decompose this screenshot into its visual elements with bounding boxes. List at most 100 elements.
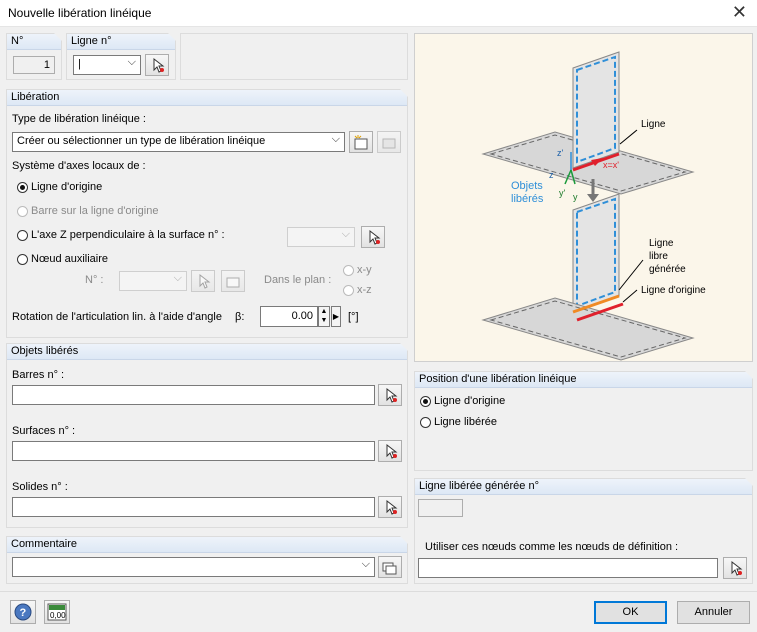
beta-spinner[interactable]: ▲ ▼ [318, 306, 330, 327]
pick-node-button[interactable] [191, 270, 215, 292]
label-libre-2: libre [649, 251, 668, 262]
edit-icon [382, 138, 396, 149]
spin-up-icon[interactable]: ▲ [319, 307, 329, 316]
surface-select[interactable] [287, 227, 355, 247]
comment-title: Commentaire [11, 538, 78, 550]
radio-axes-zaxis[interactable] [17, 230, 28, 241]
radio-axes-node[interactable] [17, 254, 28, 265]
pick-solids-button[interactable] [378, 496, 402, 518]
calculator-icon: 0,00 [47, 603, 67, 621]
calculator-button[interactable]: 0,00 [44, 600, 70, 624]
beta-input[interactable]: 0.00 [260, 306, 318, 327]
generated-title: Ligne libérée générée n° [419, 480, 539, 492]
svg-text:?: ? [20, 607, 27, 619]
cursor-pick-icon [199, 273, 211, 289]
objects-title: Objets libérés [11, 345, 79, 357]
label-xx: x=x' [603, 160, 619, 170]
position-title: Position d'une libération linéique [419, 373, 577, 385]
plane-label: Dans le plan : [264, 274, 332, 286]
help-button[interactable]: ? [10, 600, 36, 624]
pick-surfaces-button[interactable] [378, 440, 402, 462]
label-z: z [549, 170, 554, 180]
type-select[interactable]: Créer ou sélectionner un type de libérat… [12, 132, 345, 152]
radio-plane-xy[interactable] [343, 265, 354, 276]
line-label: Ligne n° [71, 35, 112, 47]
label-objets: Objets [511, 180, 543, 192]
cursor-pick-icon [153, 57, 165, 73]
cancel-button[interactable]: Annuler [677, 601, 750, 624]
label-libre-1: Ligne [649, 238, 674, 249]
line-release-diagram: x=x' Ligne z' z y' y Objets libérés Lign… [481, 51, 706, 361]
radio-plane-xz[interactable] [343, 285, 354, 296]
radio-position-origin-label: Ligne d'origine [434, 395, 506, 407]
radio-position-origin[interactable] [420, 396, 431, 407]
beta-label: β: [235, 311, 245, 323]
pick-surface-button[interactable] [361, 226, 385, 248]
label-ligne: Ligne [641, 119, 666, 130]
number-field: 1 [13, 56, 55, 74]
surfaces-input[interactable] [12, 441, 375, 461]
line-group: Ligne n° | [66, 33, 176, 80]
pick-bars-button[interactable] [378, 384, 402, 406]
radio-axes-bar[interactable] [17, 206, 28, 217]
comment-input[interactable] [12, 557, 375, 577]
cursor-pick-icon [386, 443, 398, 459]
pick-line-button[interactable] [145, 54, 169, 76]
footer-divider [0, 591, 757, 592]
node-select[interactable] [119, 271, 187, 291]
use-nodes-label: Utiliser ces nœuds comme les nœuds de dé… [425, 541, 679, 553]
new-item-icon [226, 277, 240, 288]
objects-group: Objets libérés Barres n° : Surfaces n° :… [6, 343, 408, 528]
comment-group: Commentaire [6, 536, 408, 584]
cursor-pick-icon [386, 499, 398, 515]
rotation-label: Rotation de l'articulation lin. à l'aide… [12, 311, 222, 323]
radio-axes-zaxis-label: L'axe Z perpendiculaire à la surface n° … [31, 229, 225, 241]
new-type-button[interactable] [349, 131, 373, 153]
radio-axes-origin[interactable] [17, 182, 28, 193]
radio-position-freed[interactable] [420, 417, 431, 428]
generated-no-field [418, 499, 463, 517]
solids-input[interactable] [12, 497, 375, 517]
help-icon: ? [14, 603, 32, 621]
radio-axes-node-label: Nœud auxiliaire [31, 253, 109, 265]
down-arrow-icon [587, 194, 599, 202]
radio-position-freed-label: Ligne libérée [434, 416, 497, 428]
nodes-input[interactable] [418, 558, 718, 578]
radio-axes-origin-label: Ligne d'origine [31, 181, 103, 193]
window-title: Nouvelle libération linéique [8, 6, 152, 20]
position-group: Position d'une libération linéique Ligne… [414, 371, 753, 471]
label-origine: Ligne d'origine [641, 285, 706, 296]
calculator-icon-text: 0,00 [50, 611, 66, 620]
blank-panel [180, 33, 408, 80]
cursor-pick-icon [369, 229, 381, 245]
solids-label: Solides n° : [12, 481, 68, 493]
close-icon[interactable]: ✕ [732, 2, 747, 23]
title-bar: Nouvelle libération linéique ✕ [0, 0, 757, 27]
beta-menu-arrow-icon[interactable]: ▶ [331, 306, 341, 327]
radio-axes-bar-label: Barre sur la ligne d'origine [31, 205, 159, 217]
label-yp: y' [559, 188, 566, 198]
new-item-icon [354, 135, 368, 150]
diagram-panel: x=x' Ligne z' z y' y Objets libérés Lign… [414, 33, 753, 362]
node-no-label: N° : [85, 274, 104, 286]
comment-library-button[interactable] [378, 556, 402, 578]
spin-down-icon[interactable]: ▼ [319, 316, 329, 325]
surfaces-label: Surfaces n° : [12, 425, 76, 437]
line-select[interactable]: | [73, 55, 141, 75]
generated-group: Ligne libérée générée n° Utiliser ces nœ… [414, 478, 753, 584]
radio-plane-xz-label: x-z [357, 284, 372, 296]
label-liberes: libérés [511, 193, 544, 205]
liberation-title: Libération [11, 91, 60, 103]
number-group: N° 1 [6, 33, 62, 80]
bars-label: Barres n° : [12, 369, 65, 381]
new-node-button[interactable] [221, 270, 245, 292]
ok-button[interactable]: OK [594, 601, 667, 624]
cursor-pick-icon [386, 387, 398, 403]
label-zp: z' [557, 148, 564, 158]
cursor-pick-icon [731, 560, 743, 576]
label-libre-3: générée [649, 264, 686, 275]
pick-nodes-button[interactable] [723, 557, 747, 579]
type-label: Type de libération linéique : [12, 113, 146, 125]
edit-type-button[interactable] [377, 131, 401, 153]
bars-input[interactable] [12, 385, 375, 405]
